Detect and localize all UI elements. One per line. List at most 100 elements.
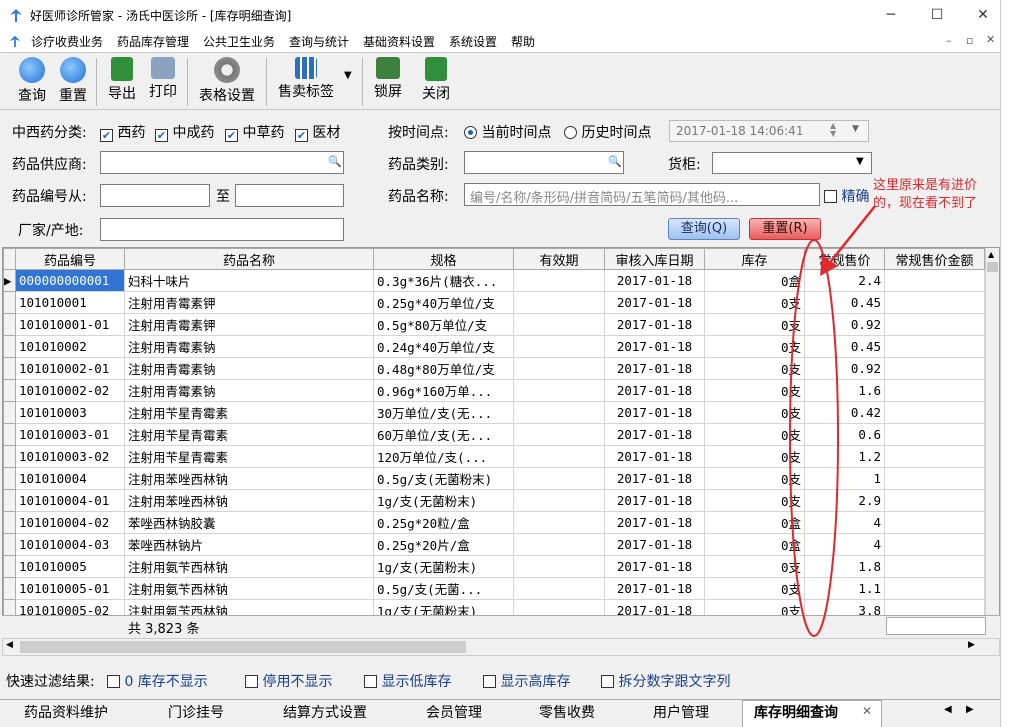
cat-west-checkbox[interactable]: ✔ 西药 (100, 122, 145, 142)
supplier-input[interactable] (100, 151, 344, 174)
row-indicator (3, 511, 16, 534)
menu-query-stats[interactable]: 查询与统计 (289, 33, 349, 50)
cell-drug-name: 注射用苯唑西林钠 (124, 467, 374, 490)
print-button[interactable]: 打印 (145, 57, 181, 101)
row-indicator: ▶ (3, 269, 16, 292)
cell-audit-date: 2017-01-18 (604, 335, 705, 358)
row-indicator (3, 555, 16, 578)
scroll-left-icon[interactable]: ◀ (6, 640, 13, 650)
dropdown-arrow-icon[interactable]: ▼ (344, 70, 352, 81)
cell-expiry (513, 379, 605, 402)
cell-drug-name: 注射用苄星青霉素 (124, 401, 374, 424)
cell-spec: 0.48g*80万单位/支 (373, 357, 514, 380)
cat-medical-checkbox[interactable]: ✔ 医材 (295, 122, 340, 142)
mdi-restore-icon[interactable]: ▫ (966, 34, 973, 47)
header-audit-date[interactable]: 审核入库日期 (604, 248, 705, 270)
type-input[interactable] (464, 151, 624, 174)
close-button[interactable]: 关闭 (418, 57, 454, 103)
split-columns-checkbox[interactable]: 拆分数字跟文字列 (601, 671, 730, 691)
toolbar-separator (266, 58, 267, 106)
cell-drug-name: 妇科十味片 (124, 269, 374, 292)
menu-system-settings[interactable]: 系统设置 (449, 33, 497, 50)
menu-help[interactable]: 帮助 (511, 33, 535, 50)
cell-spec: 0.5g*80万单位/支 (373, 313, 514, 336)
current-time-radio[interactable]: 当前时间点 (464, 122, 551, 142)
tab-member-management[interactable]: 会员管理 (426, 702, 482, 722)
cell-expiry (513, 533, 605, 556)
tab-payment-settings[interactable]: 结算方式设置 (283, 702, 367, 722)
header-drug-code[interactable]: 药品编号 (15, 248, 125, 270)
tab-user-management[interactable]: 用户管理 (653, 702, 709, 722)
cell-expiry (513, 577, 605, 600)
mdi-minimize-icon[interactable]: – (946, 34, 952, 47)
drug-name-input[interactable]: 编号/名称/条形码/拼音简码/五笔简码/其他码... (464, 183, 820, 206)
cat-chinese-patent-checkbox[interactable]: ✔ 中成药 (155, 122, 214, 142)
maker-input[interactable] (100, 218, 344, 241)
cell-audit-date: 2017-01-18 (604, 269, 705, 292)
export-button[interactable]: 导出 (104, 57, 140, 103)
cell-drug-code: 101010004-02 (15, 511, 125, 534)
menu-inventory[interactable]: 药品库存管理 (117, 33, 189, 50)
printer-icon (151, 57, 175, 79)
sale-label-button[interactable]: 售卖标签 (274, 57, 338, 101)
cell-expiry (513, 335, 605, 358)
cell-drug-code: 101010003-01 (15, 423, 125, 446)
mdi-close-icon[interactable]: ✕ (986, 33, 995, 46)
checkbox-empty-icon (483, 675, 496, 688)
disabled-checkbox[interactable]: 停用不显示 (245, 671, 332, 691)
spin-arrows-icon[interactable]: ▲ ▼ (830, 122, 836, 138)
cell-drug-name: 注射用青霉素钠 (124, 357, 374, 380)
filter-query-button[interactable]: 查询(Q) (668, 218, 740, 240)
cell-expiry (513, 489, 605, 512)
cell-drug-name: 注射用氨苄西林钠 (124, 577, 374, 600)
chevron-down-icon[interactable]: ▼ (856, 156, 864, 167)
cell-drug-code: 101010004-03 (15, 533, 125, 556)
cell-drug-code: 101010005-01 (15, 577, 125, 600)
cell-expiry (513, 401, 605, 424)
calendar-dropdown-icon[interactable]: ▼ (852, 124, 859, 134)
tab-drug-maintenance[interactable]: 药品资料维护 (24, 702, 108, 722)
search-icon[interactable]: 🔍 (328, 155, 342, 168)
high-stock-checkbox[interactable]: 显示高库存 (483, 671, 570, 691)
minimize-button[interactable]: ─ (868, 0, 914, 30)
tab-retail-billing[interactable]: 零售收费 (539, 702, 595, 722)
cell-audit-date: 2017-01-18 (604, 577, 705, 600)
cell-expiry (513, 445, 605, 468)
tab-registration[interactable]: 门诊挂号 (168, 702, 224, 722)
header-drug-name[interactable]: 药品名称 (124, 248, 374, 270)
low-stock-checkbox[interactable]: 显示低库存 (364, 671, 451, 691)
menu-public-health[interactable]: 公共卫生业务 (203, 33, 275, 50)
reset-button[interactable]: 重置 (55, 57, 91, 105)
menu-clinic-billing[interactable]: 诊疗收费业务 (31, 33, 103, 50)
tab-scroll-right-icon[interactable]: ▶ (966, 704, 974, 715)
datetime-picker[interactable]: 2017-01-18 14:06:41 (669, 120, 869, 142)
h-scrollbar-thumb[interactable] (20, 641, 466, 653)
annotation-overlay (789, 205, 876, 637)
cell-audit-date: 2017-01-18 (604, 401, 705, 424)
menu-basic-settings[interactable]: 基础资料设置 (363, 33, 435, 50)
code-to-input[interactable] (235, 184, 344, 207)
query-button[interactable]: 查询 (14, 57, 50, 105)
zero-stock-checkbox[interactable]: 0 库存不显示 (107, 671, 208, 691)
lock-screen-button[interactable]: 锁屏 (370, 57, 406, 101)
close-tab-icon[interactable]: ✕ (862, 704, 872, 718)
toolbar-separator (187, 58, 188, 106)
gear-icon (214, 57, 240, 83)
table-settings-button[interactable]: 表格设置 (195, 57, 259, 105)
type-label: 药品类别: (388, 157, 449, 173)
cell-spec: 0.5g/支(无菌粉末) (373, 467, 514, 490)
cell-audit-date: 2017-01-18 (604, 445, 705, 468)
search-icon[interactable]: 🔍 (608, 155, 622, 168)
code-from-input[interactable] (100, 184, 210, 207)
header-spec[interactable]: 规格 (373, 248, 514, 270)
cat-herbal-checkbox[interactable]: ✔ 中草药 (225, 122, 284, 142)
cell-audit-date: 2017-01-18 (604, 357, 705, 380)
header-expiry[interactable]: 有效期 (513, 248, 605, 270)
history-time-radio[interactable]: 历史时间点 (564, 122, 651, 142)
maximize-button[interactable]: ☐ (914, 0, 960, 30)
cell-drug-code: 101010004-01 (15, 489, 125, 512)
cell-drug-name: 注射用青霉素钠 (124, 335, 374, 358)
checkbox-checked-icon: ✔ (100, 129, 113, 142)
tab-scroll-left-icon[interactable]: ◀ (944, 704, 952, 715)
scroll-right-icon[interactable]: ▶ (968, 640, 975, 650)
